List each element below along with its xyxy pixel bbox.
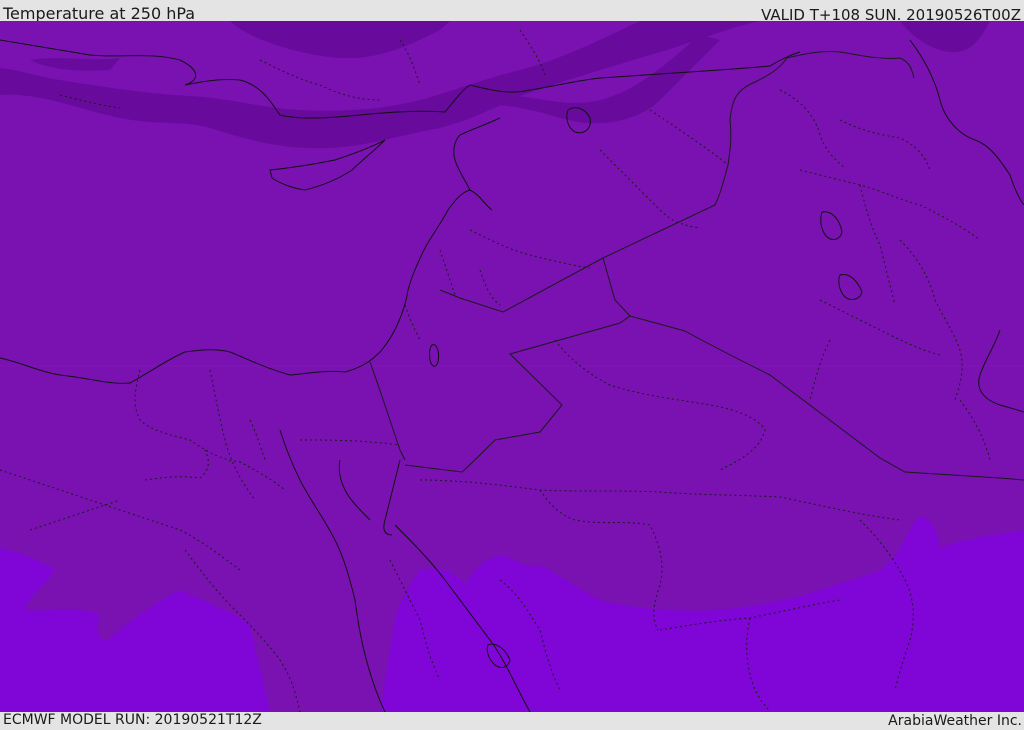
footer-bar: ECMWF MODEL RUN: 20190521T12Z ArabiaWeat… — [0, 712, 1024, 729]
provider-credit: ArabiaWeather Inc. — [888, 713, 1022, 729]
temperature-field-svg — [0, 21, 1024, 712]
header-bar: Temperature at 250 hPa VALID T+108 SUN. … — [0, 0, 1024, 24]
model-run-label: ECMWF MODEL RUN: 20190521T12Z — [3, 712, 262, 728]
weather-map[interactable] — [0, 21, 1024, 712]
